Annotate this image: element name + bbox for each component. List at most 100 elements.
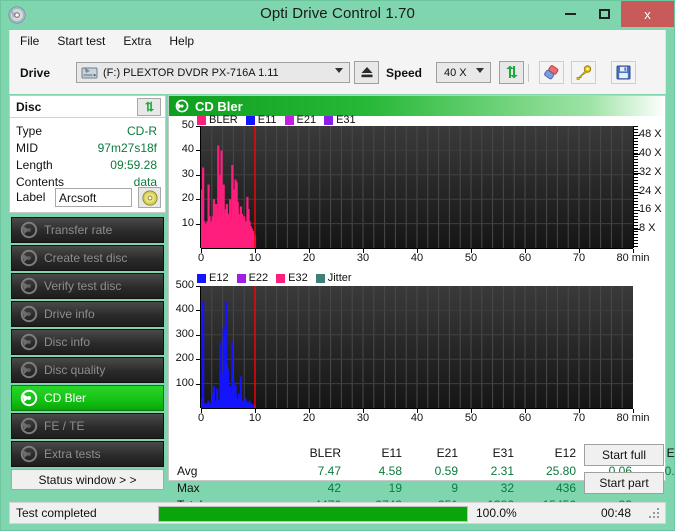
bler-chart[interactable]: 10 20 30 40 50 0 10 20 30 40 50 60 70 80 min 8 X 16 X 24… <box>169 119 665 276</box>
start-full-button[interactable]: Start full <box>584 444 664 466</box>
sidebar-item-cd-bler[interactable]: CD Bler <box>11 385 164 411</box>
legend-label: Jitter <box>327 272 352 284</box>
disc-icon <box>20 389 38 407</box>
right-tick-label: 16 X <box>639 203 662 216</box>
drive-select[interactable]: (F:) PLEXTOR DVDR PX-716A 1.11 <box>76 62 350 83</box>
drive-icon <box>81 65 98 81</box>
disc-refresh-button[interactable] <box>137 98 161 116</box>
toolbar-separator <box>528 64 529 82</box>
menu-item-help[interactable]: Help <box>161 32 202 50</box>
x-tick-label: 30 <box>356 252 370 264</box>
y-tick-label: 40 <box>181 143 194 156</box>
legend-label: E32 <box>288 272 308 284</box>
stats-cell: 7.47 <box>317 464 341 478</box>
speed-select[interactable]: 40 X <box>436 62 491 83</box>
content-panel: CD Bler BLER E11 E21 E31 10 20 30 40 50 0 10 20 30 4… <box>168 95 675 512</box>
stats-cell: 9 <box>451 481 458 495</box>
right-tick-label: 48 X <box>639 128 662 141</box>
y-tick-label: 400 <box>175 303 194 316</box>
app-window: Opti Drive Control 1.70 x File Start tes… <box>0 0 675 531</box>
erase-button[interactable] <box>539 61 564 84</box>
e12-chart[interactable]: 100 200 300 400 500 0 10 20 30 40 50 60 70 80 min <box>169 279 665 434</box>
sidebar-item-drive-info[interactable]: Drive info <box>11 301 164 327</box>
disc-row-type: Type CD-R <box>16 124 161 138</box>
stats-column-header: E11 <box>381 446 402 460</box>
sidebar-item-transfer-rate[interactable]: Transfer rate <box>11 217 164 243</box>
status-window-button[interactable]: Status window > > <box>11 469 164 490</box>
sidebar-item-label: Extra tests <box>44 447 101 461</box>
disc-row-length-label: Length <box>16 158 53 172</box>
sidebar-nav: Transfer rate Create test disc Verify te… <box>9 217 166 485</box>
legend-item: E22 <box>236 272 269 284</box>
stats-column-header: E12 <box>554 446 576 460</box>
y-tick-label: 10 <box>181 216 194 229</box>
disc-label-input[interactable] <box>55 188 132 207</box>
legend-label: E22 <box>248 272 269 284</box>
sidebar-item-verify-test-disc[interactable]: Verify test disc <box>11 273 164 299</box>
menu-bar: File Start test Extra Help <box>9 30 666 52</box>
x-tick-label: 40 <box>410 412 424 424</box>
x-tick-label: 10 <box>248 252 262 264</box>
sidebar-item-create-test-disc[interactable]: Create test disc <box>11 245 164 271</box>
menu-item-extra[interactable]: Extra <box>115 32 159 50</box>
sidebar-item-label: Verify test disc <box>44 279 122 293</box>
y-tick-label: 200 <box>175 352 194 365</box>
progress-fill <box>159 507 467 521</box>
drive-label: Drive <box>20 66 51 80</box>
eraser-icon <box>543 64 558 79</box>
legend-label: BLER <box>209 114 238 126</box>
legend-swatch <box>276 273 286 283</box>
disc-row-type-label: Type <box>16 124 43 138</box>
sidebar-item-fe-te[interactable]: FE / TE <box>11 413 164 439</box>
bitsetting-button[interactable] <box>571 61 596 84</box>
sidebar-item-extra-tests[interactable]: Extra tests <box>11 441 164 467</box>
close-button[interactable]: x <box>621 1 674 27</box>
y-tick-label: 500 <box>175 279 194 291</box>
y-axis <box>200 126 201 248</box>
legend-item: E21 <box>284 114 317 126</box>
stats-row-label: Max <box>177 481 200 495</box>
menu-item-file[interactable]: File <box>12 32 47 50</box>
legend-label: E11 <box>257 114 277 126</box>
legend-swatch <box>245 115 255 125</box>
disc-info-title: Disc <box>16 100 42 114</box>
sidebar-item-disc-info[interactable]: Disc info <box>11 329 164 355</box>
resize-grip[interactable] <box>649 508 661 520</box>
legend-label: E12 <box>209 272 229 284</box>
sidebar-item-label: FE / TE <box>44 419 85 433</box>
x-tick-label: 50 <box>464 412 478 424</box>
legend-label: E21 <box>296 114 317 126</box>
stats-cell: 0.59 <box>434 464 458 478</box>
eject-button[interactable] <box>354 61 379 84</box>
x-tick-label: 70 <box>572 252 586 264</box>
y-axis <box>200 286 201 408</box>
legend-swatch <box>197 115 206 125</box>
stats-cell: 25.80 <box>545 464 576 478</box>
disc-row-mid-label: MID <box>16 141 38 155</box>
sidebar-item-disc-quality[interactable]: Disc quality <box>11 357 164 383</box>
right-tick-label: 40 X <box>639 147 662 160</box>
drive-select-value: (F:) PLEXTOR DVDR PX-716A 1.11 <box>103 66 279 79</box>
refresh-button[interactable] <box>499 61 524 84</box>
progress-bar <box>158 506 468 522</box>
close-icon: x <box>644 6 651 22</box>
x-tick-label: 80 min <box>616 252 650 264</box>
legend-item: E31 <box>324 114 356 126</box>
y-tick-label: 100 <box>175 376 194 389</box>
chart-legend-e12: E12 E22 E32 Jitter <box>197 272 360 284</box>
plot-area <box>201 126 633 248</box>
disc-row-mid: MID 97m27s18f <box>16 141 161 155</box>
menu-item-start-test[interactable]: Start test <box>49 32 113 50</box>
minimize-button[interactable] <box>555 1 585 27</box>
chart-legend-bler: BLER E11 E21 E31 <box>197 114 364 126</box>
y-tick-label: 20 <box>181 192 194 205</box>
stats-cell: 42 <box>327 481 341 495</box>
elapsed-time: 00:48 <box>600 506 631 520</box>
save-button[interactable] <box>611 61 636 84</box>
start-part-button[interactable]: Start part <box>584 472 664 494</box>
speed-select-value: 40 X <box>444 66 467 79</box>
maximize-button[interactable] <box>589 1 619 27</box>
disc-label-button[interactable] <box>138 187 161 208</box>
legend-swatch <box>284 115 294 125</box>
progress-percent: 100.0% <box>476 506 517 520</box>
